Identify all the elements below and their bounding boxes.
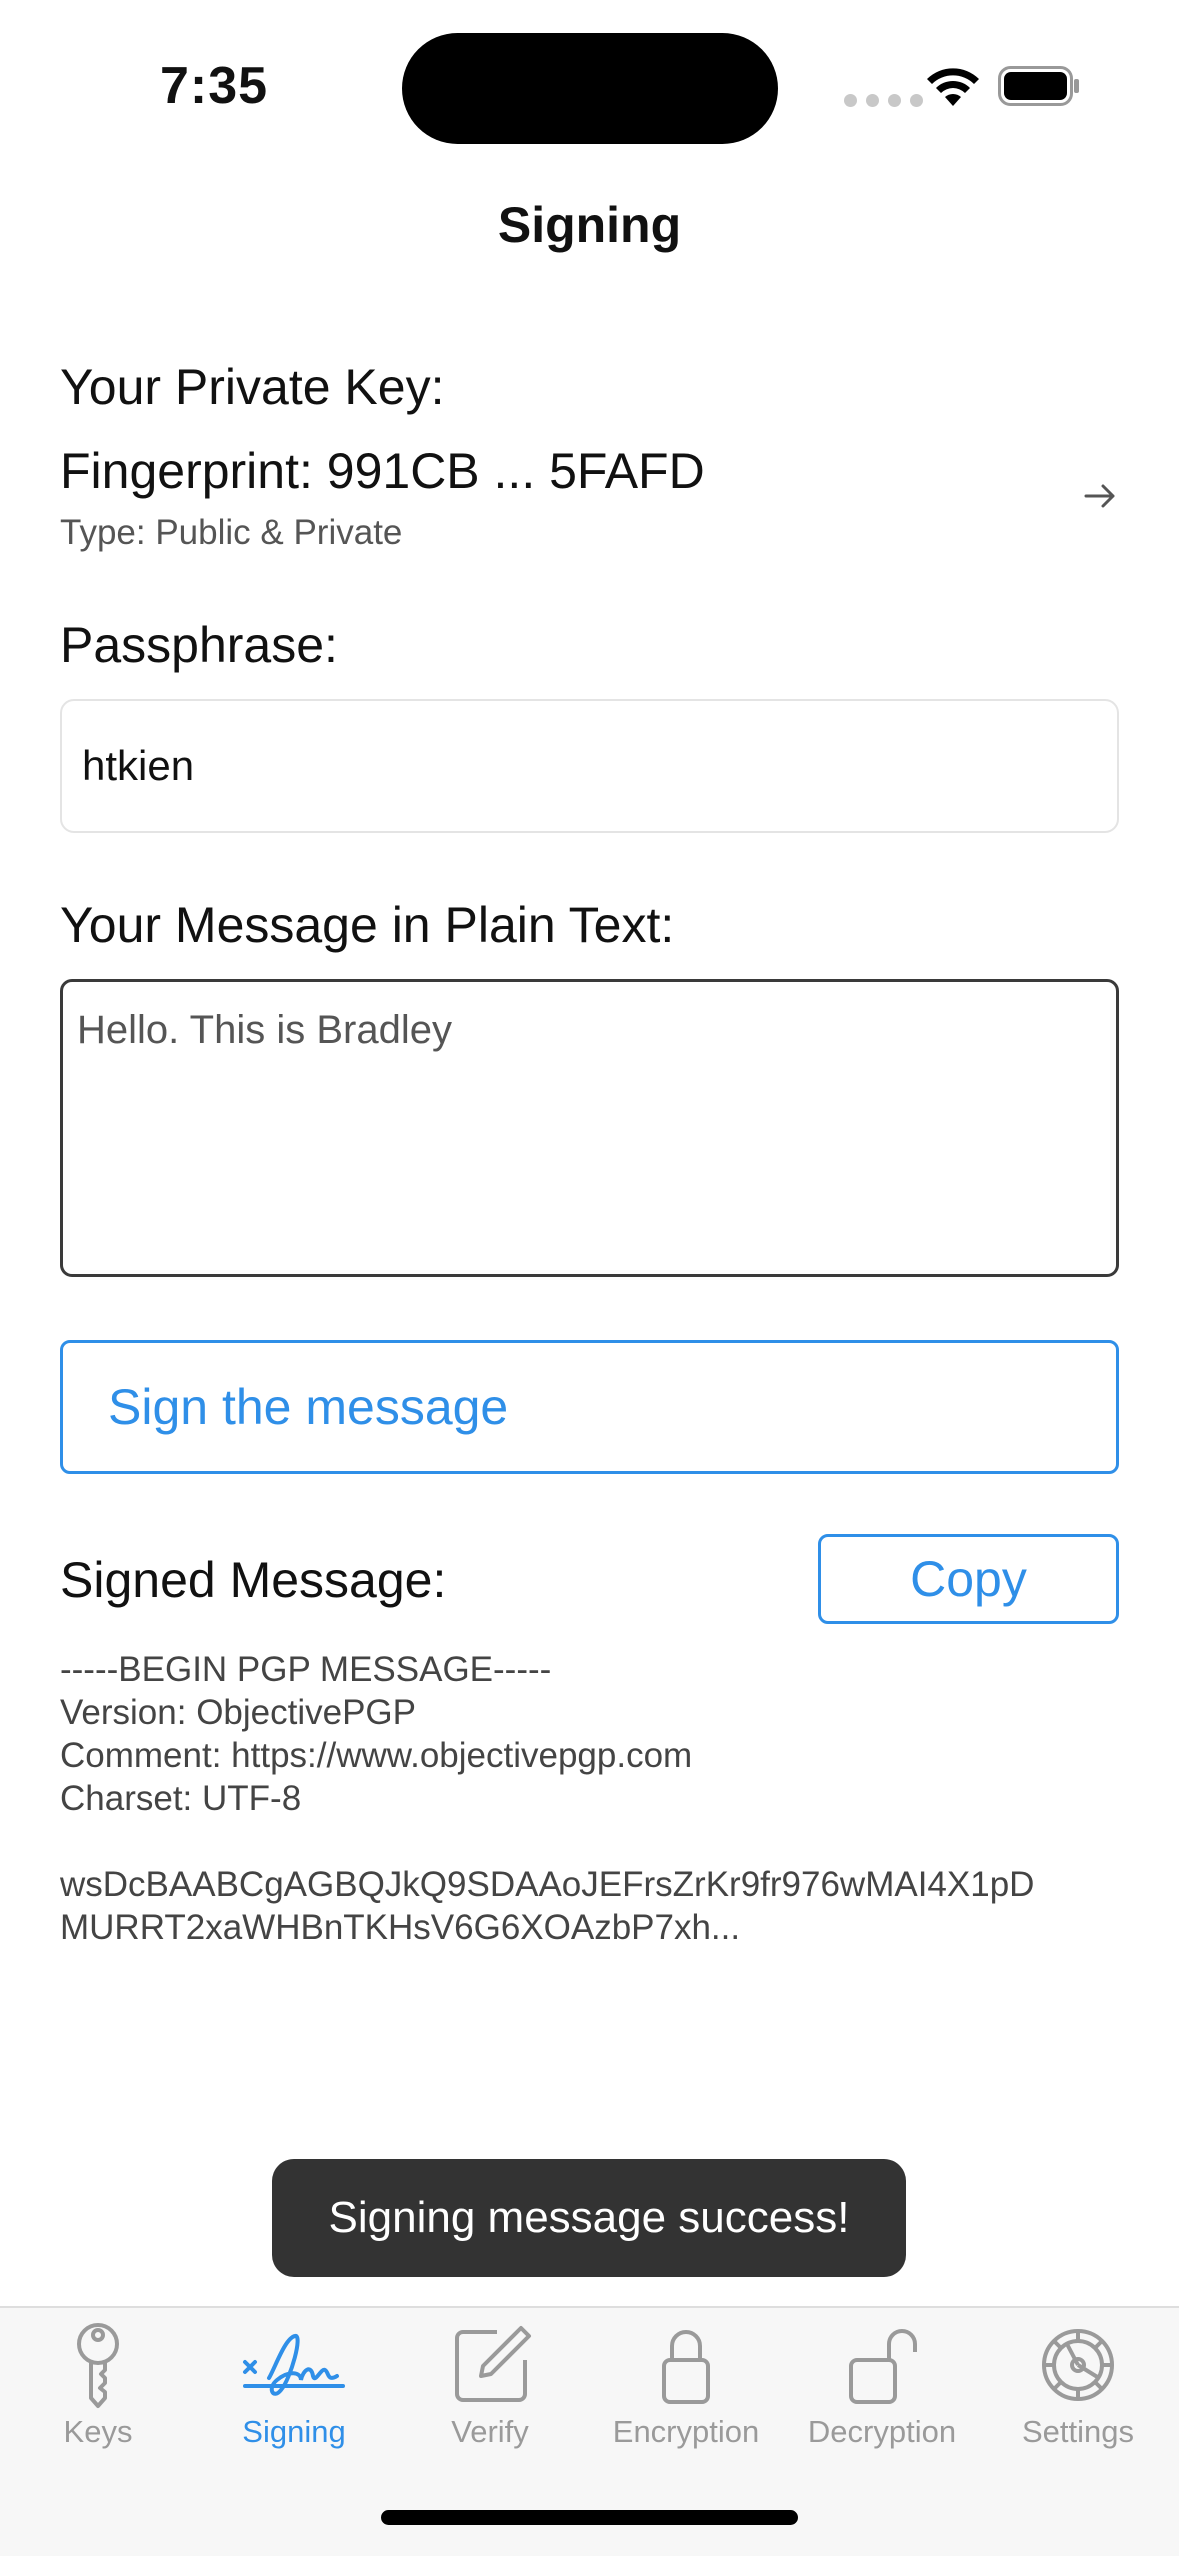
dynamic-island [402,33,778,144]
tab-label: Encryption [612,2414,760,2449]
message-textarea[interactable]: Hello. This is Bradley [60,979,1119,1277]
unlock-icon [849,2329,917,2404]
key-type: Type: Public & Private [60,513,403,552]
passphrase-field[interactable]: htkien [60,699,1119,833]
signature-icon [243,2333,345,2396]
tab-decryption[interactable]: Decryption [784,2320,980,2460]
tab-label: Signing [242,2414,346,2449]
tab-verify[interactable]: Verify [392,2320,588,2460]
lock-icon [662,2330,710,2404]
cellular-signal-icon [844,94,923,107]
tab-label: Decryption [807,2414,957,2449]
wifi-icon [927,68,979,106]
tab-signing[interactable]: Signing [196,2320,392,2460]
signing-screen: 7:35 Signing Your Private Key: Fingerpri… [0,0,1179,2556]
arrow-right-icon[interactable] [1082,478,1118,514]
key-fingerprint[interactable]: Fingerprint: 991CB ... 5FAFD [60,442,705,500]
tab-settings[interactable]: Settings [980,2320,1176,2460]
tab-label: Settings [1021,2414,1134,2449]
edit-square-icon [455,2326,531,2402]
passphrase-label: Passphrase: [60,617,338,673]
toast-message: Signing message success! [272,2159,906,2277]
battery-icon [998,66,1079,106]
home-indicator[interactable] [381,2510,798,2525]
copy-button[interactable]: Copy [818,1534,1119,1624]
gear-icon [1042,2329,1114,2401]
tab-label: Verify [451,2414,529,2449]
tab-keys[interactable]: Keys [0,2320,196,2460]
status-time: 7:35 [160,57,269,115]
private-key-label: Your Private Key: [60,359,445,415]
message-label: Your Message in Plain Text: [60,897,675,953]
tab-label: Keys [63,2414,133,2449]
sign-message-button[interactable]: Sign the message [60,1340,1119,1474]
key-icon [77,2323,119,2408]
tab-encryption[interactable]: Encryption [588,2320,784,2460]
signed-message-output: -----BEGIN PGP MESSAGE----- Version: Obj… [60,1650,1035,1947]
page-title: Signing [497,197,682,253]
signed-message-label: Signed Message: [60,1552,447,1608]
